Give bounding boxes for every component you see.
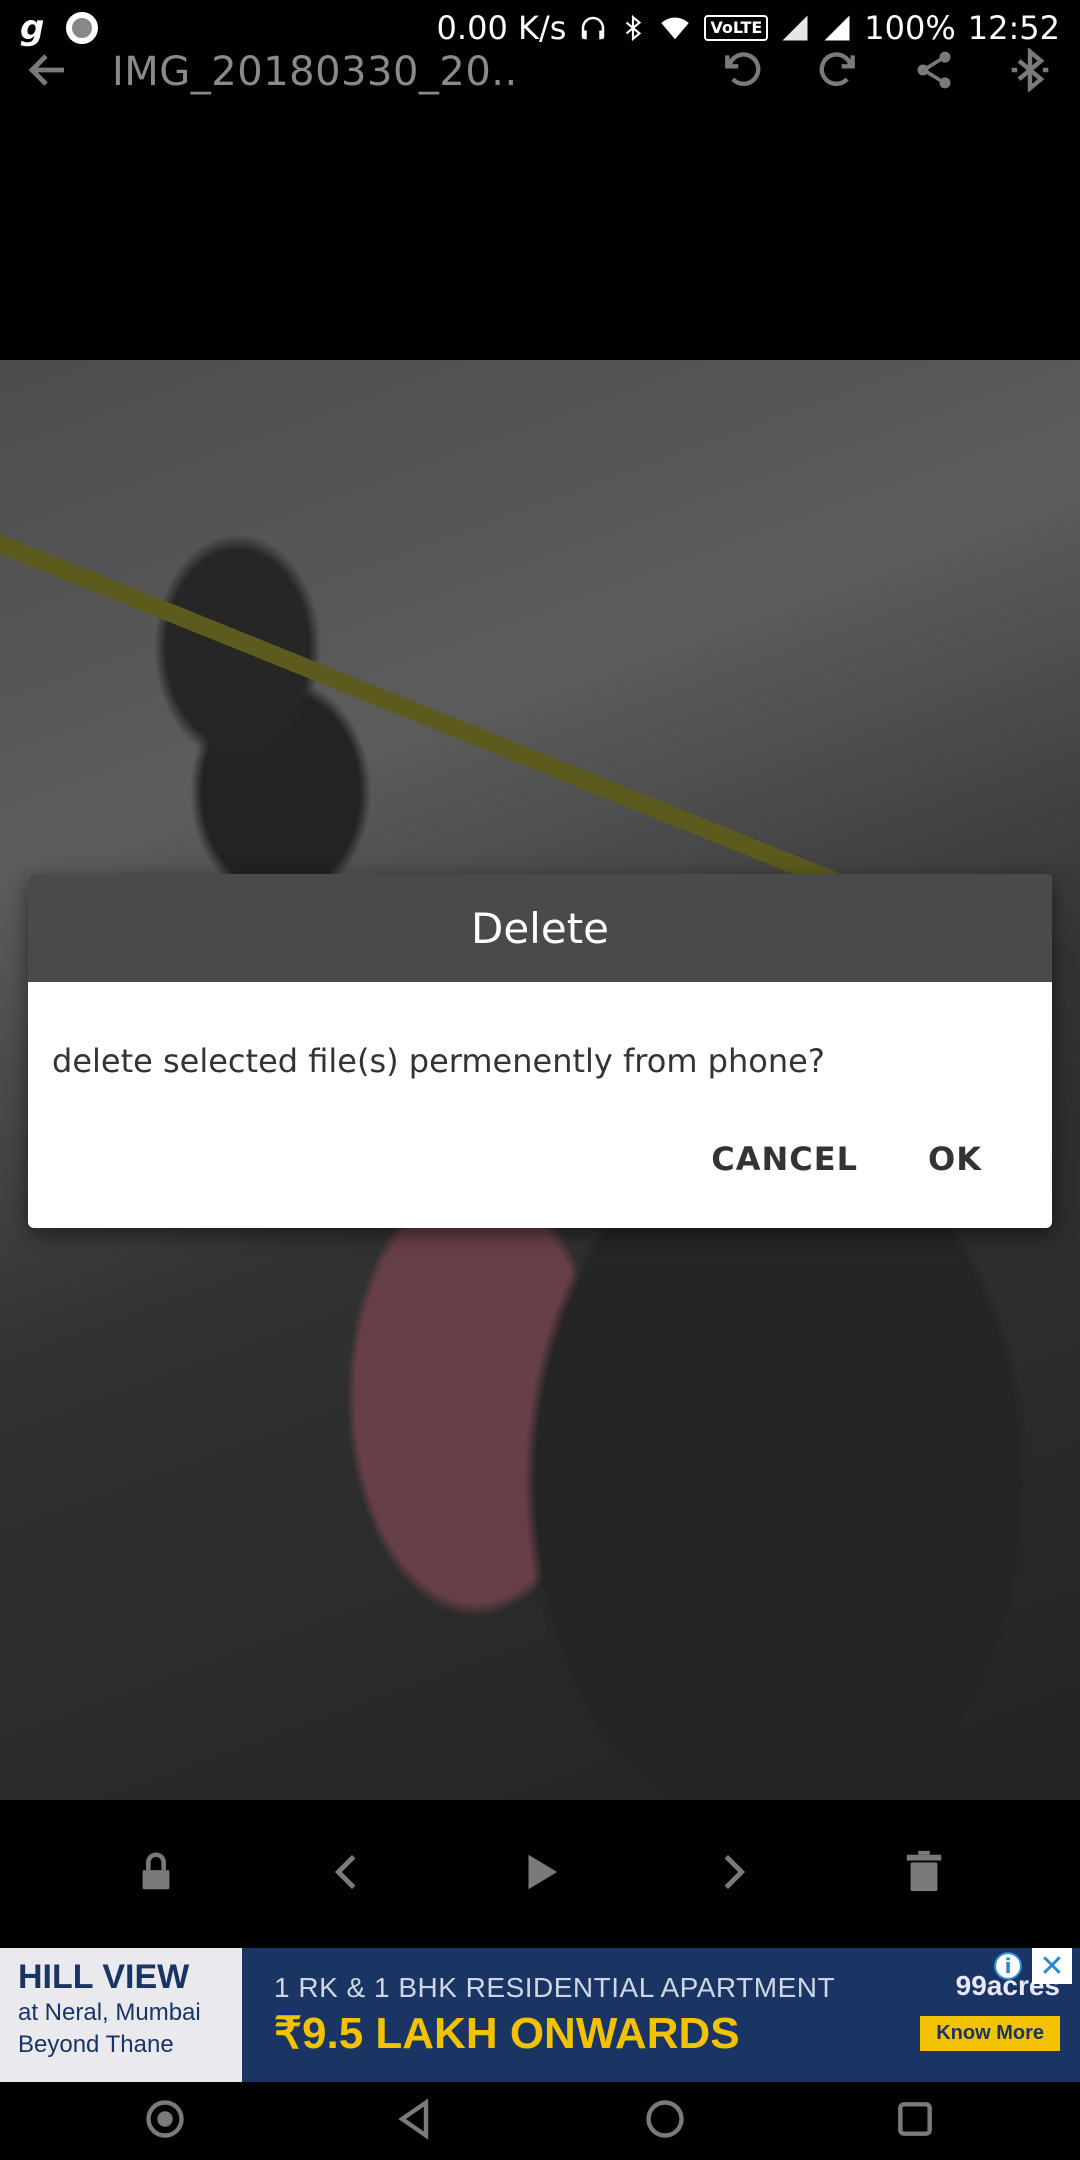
- recents-nav-icon[interactable]: [893, 2097, 937, 2145]
- bluetooth-share-icon[interactable]: [1008, 46, 1052, 96]
- assistant-icon[interactable]: [143, 2097, 187, 2145]
- delete-dialog: Delete delete selected file(s) permenent…: [28, 874, 1052, 1228]
- cancel-button[interactable]: CANCEL: [711, 1140, 858, 1178]
- ad-left-panel: HILL VIEW at Neral, Mumbai Beyond Thane: [0, 1948, 242, 2082]
- ad-project-name: HILL VIEW: [18, 1958, 190, 1996]
- toolbar: IMG_20180330_20..: [0, 40, 1080, 104]
- dialog-title: Delete: [28, 874, 1052, 982]
- dialog-message: delete selected file(s) permenently from…: [52, 1042, 825, 1080]
- ad-headline: 1 RK & 1 BHK RESIDENTIAL APARTMENT: [274, 1972, 836, 2003]
- home-nav-icon[interactable]: [643, 2097, 687, 2145]
- headphones-icon: [578, 13, 608, 43]
- next-icon[interactable]: [709, 1849, 755, 1899]
- bluetooth-icon: [620, 13, 646, 43]
- previous-icon[interactable]: [325, 1849, 371, 1899]
- back-arrow-icon[interactable]: [24, 46, 72, 98]
- play-icon[interactable]: [517, 1849, 563, 1899]
- volte-badge: VoLTE: [704, 15, 769, 41]
- ad-middle: 1 RK & 1 BHK RESIDENTIAL APARTMENT ₹9.5 …: [242, 1948, 880, 2082]
- signal-2-icon: [822, 13, 852, 43]
- file-title: IMG_20180330_20..: [112, 49, 518, 95]
- ad-info-icon[interactable]: i: [994, 1952, 1022, 1980]
- rotate-right-icon[interactable]: [816, 48, 860, 96]
- ad-price: ₹9.5 LAKH ONWARDS: [274, 2009, 740, 2058]
- wifi-icon: [658, 13, 692, 43]
- back-nav-icon[interactable]: [393, 2097, 437, 2145]
- lock-icon[interactable]: [133, 1849, 179, 1899]
- ok-button[interactable]: OK: [928, 1140, 982, 1178]
- viewer-controls: [0, 1800, 1080, 1948]
- ad-location-1: at Neral, Mumbai: [18, 1999, 201, 2026]
- signal-icon: [780, 13, 810, 43]
- ad-know-more-button[interactable]: Know More: [920, 2016, 1060, 2051]
- trash-icon[interactable]: [901, 1849, 947, 1899]
- ad-banner[interactable]: HILL VIEW at Neral, Mumbai Beyond Thane …: [0, 1948, 1080, 2082]
- ad-location-2: Beyond Thane: [18, 2031, 174, 2058]
- ad-close-icon[interactable]: ✕: [1032, 1948, 1072, 1984]
- rotate-left-icon[interactable]: [720, 48, 764, 96]
- system-nav-bar: [0, 2082, 1080, 2160]
- share-icon[interactable]: [912, 48, 956, 96]
